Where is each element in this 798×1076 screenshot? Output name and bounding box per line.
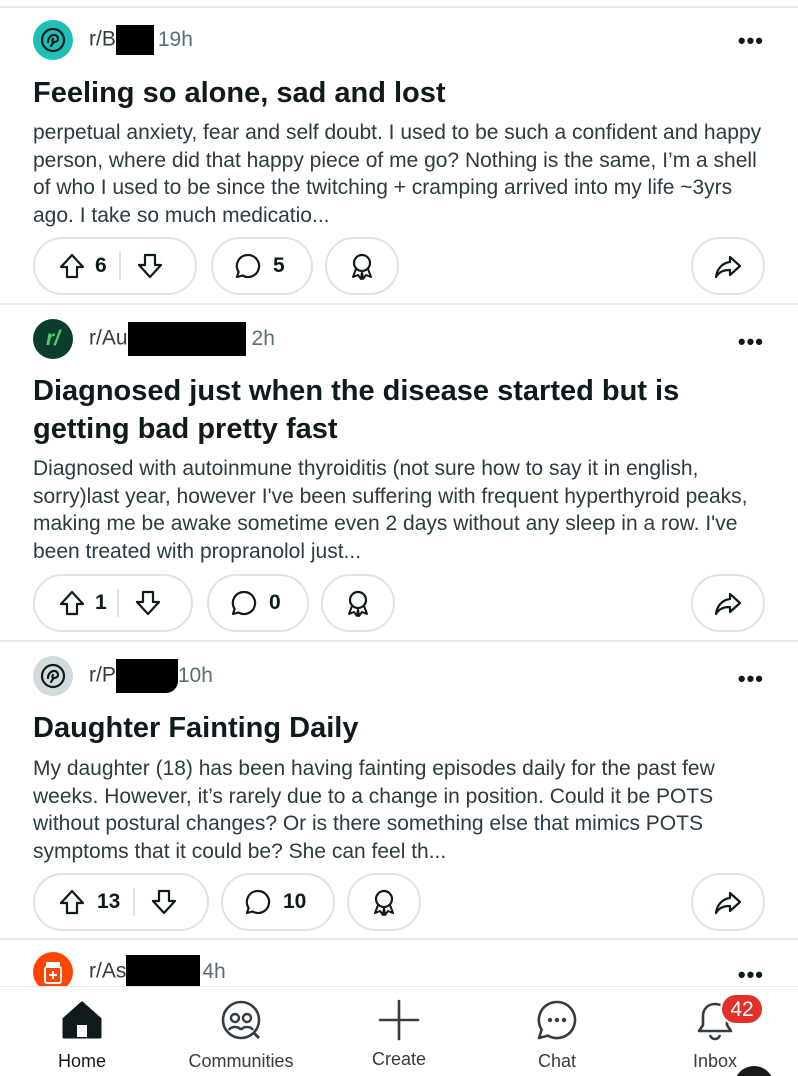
pill-bottle-icon[interactable] [33, 952, 73, 986]
bottom-nav: Home Communities Create Chat 42 Inbox [0, 986, 798, 1076]
award-button[interactable] [347, 873, 421, 931]
share-button[interactable] [691, 873, 765, 931]
post-body[interactable]: My daughter (18) has been having faintin… [33, 755, 773, 865]
share-icon [713, 588, 743, 618]
nav-chat[interactable]: Chat [482, 987, 632, 1076]
share-icon [713, 887, 743, 917]
r-slash-icon[interactable]: r/ [33, 319, 73, 359]
subreddit-name[interactable]: r/P [89, 659, 178, 693]
redaction [127, 322, 246, 356]
communities-icon [218, 997, 264, 1043]
post-meta: r/ r/Au 2h [33, 319, 275, 359]
downvote-icon[interactable] [135, 251, 165, 281]
post-age: 2h [251, 327, 275, 350]
vote-pill: 6 [33, 237, 197, 295]
more-options-icon[interactable]: ••• [738, 668, 764, 690]
post-title[interactable]: Daughter Fainting Daily [33, 709, 763, 747]
post-actions: 6 5 [33, 237, 765, 295]
award-icon [368, 886, 400, 918]
bell-icon: 42 [692, 993, 764, 1043]
share-button[interactable] [691, 574, 765, 632]
comment-count: 0 [269, 591, 281, 614]
post-meta: r/B 19h [33, 20, 193, 60]
downvote-icon[interactable] [149, 887, 179, 917]
upvote-icon[interactable] [57, 588, 87, 618]
vote-separator [119, 252, 121, 280]
r-slash-text: r/ [45, 327, 60, 350]
comment-count: 10 [283, 890, 307, 913]
subreddit-name[interactable]: r/B [89, 25, 154, 55]
nav-create[interactable]: Create [324, 987, 474, 1076]
post-actions: 13 10 [33, 873, 765, 931]
award-icon [346, 250, 378, 282]
award-button[interactable] [321, 574, 395, 632]
post-body[interactable]: perpetual anxiety, fear and self doubt. … [33, 119, 773, 229]
share-button[interactable] [691, 237, 765, 295]
post-body[interactable]: Diagnosed with autoinmune thyroiditis (n… [33, 455, 773, 565]
post-card[interactable]: r/As 4h ••• [0, 940, 798, 986]
nav-home-label: Home [57, 1051, 106, 1071]
brain-icon[interactable] [33, 20, 73, 60]
brain-icon[interactable] [33, 656, 73, 696]
redaction [115, 25, 154, 55]
nav-communities[interactable]: Communities [166, 987, 316, 1076]
comment-icon [243, 887, 273, 917]
more-options-icon[interactable]: ••• [738, 331, 764, 353]
upvote-count: 6 [95, 254, 107, 277]
vote-pill: 13 [33, 873, 209, 931]
post-title[interactable]: Feeling so alone, sad and lost [33, 74, 763, 112]
inbox-badge: 42 [720, 993, 764, 1025]
more-options-icon[interactable]: ••• [738, 30, 764, 52]
post-card[interactable]: r/P 10h ••• Daughter Fainting Daily My d… [0, 642, 798, 938]
nav-chat-label: Chat [537, 1051, 577, 1071]
nav-create-label: Create [371, 1049, 427, 1069]
upvote-icon[interactable] [57, 887, 87, 917]
post-meta: r/P 10h [33, 656, 213, 696]
post-age: 10h [177, 664, 213, 687]
post-actions: 1 0 [33, 574, 765, 632]
comments-button[interactable]: 10 [221, 873, 335, 931]
comment-icon [233, 251, 263, 281]
post-card[interactable]: r/ r/Au 2h ••• Diagnosed just when the d… [0, 305, 798, 640]
subreddit-name[interactable]: r/Au [89, 322, 246, 356]
comments-button[interactable]: 0 [207, 574, 309, 632]
nav-home[interactable]: Home [7, 987, 157, 1076]
post-card[interactable]: r/B 19h ••• Feeling so alone, sad and lo… [0, 0, 798, 304]
redaction [126, 955, 201, 986]
home-icon [59, 997, 105, 1043]
downvote-icon[interactable] [133, 588, 163, 618]
vote-separator [117, 589, 119, 617]
redaction [115, 659, 178, 693]
upvote-count: 1 [95, 591, 107, 614]
nav-communities-label: Communities [188, 1051, 294, 1071]
plus-icon [376, 997, 422, 1043]
upvote-icon[interactable] [57, 251, 87, 281]
nav-inbox-label: Inbox [692, 1051, 738, 1071]
vote-pill: 1 [33, 574, 193, 632]
comment-icon [229, 588, 259, 618]
comment-count: 5 [273, 254, 285, 277]
vote-separator [133, 888, 135, 916]
chat-icon [534, 997, 580, 1043]
post-age: 4h [202, 960, 226, 983]
post-age: 19h [157, 28, 193, 51]
more-options-icon[interactable]: ••• [738, 964, 764, 986]
award-icon [342, 587, 374, 619]
post-meta: r/As 4h [33, 952, 226, 986]
post-title[interactable]: Diagnosed just when the disease started … [33, 372, 763, 448]
feed: r/B 19h ••• Feeling so alone, sad and lo… [0, 0, 798, 986]
nav-inbox[interactable]: 42 Inbox [640, 987, 790, 1076]
subreddit-name[interactable]: r/As [89, 955, 201, 986]
comments-button[interactable]: 5 [211, 237, 313, 295]
upvote-count: 13 [97, 890, 121, 913]
share-icon [713, 251, 743, 281]
award-button[interactable] [325, 237, 399, 295]
